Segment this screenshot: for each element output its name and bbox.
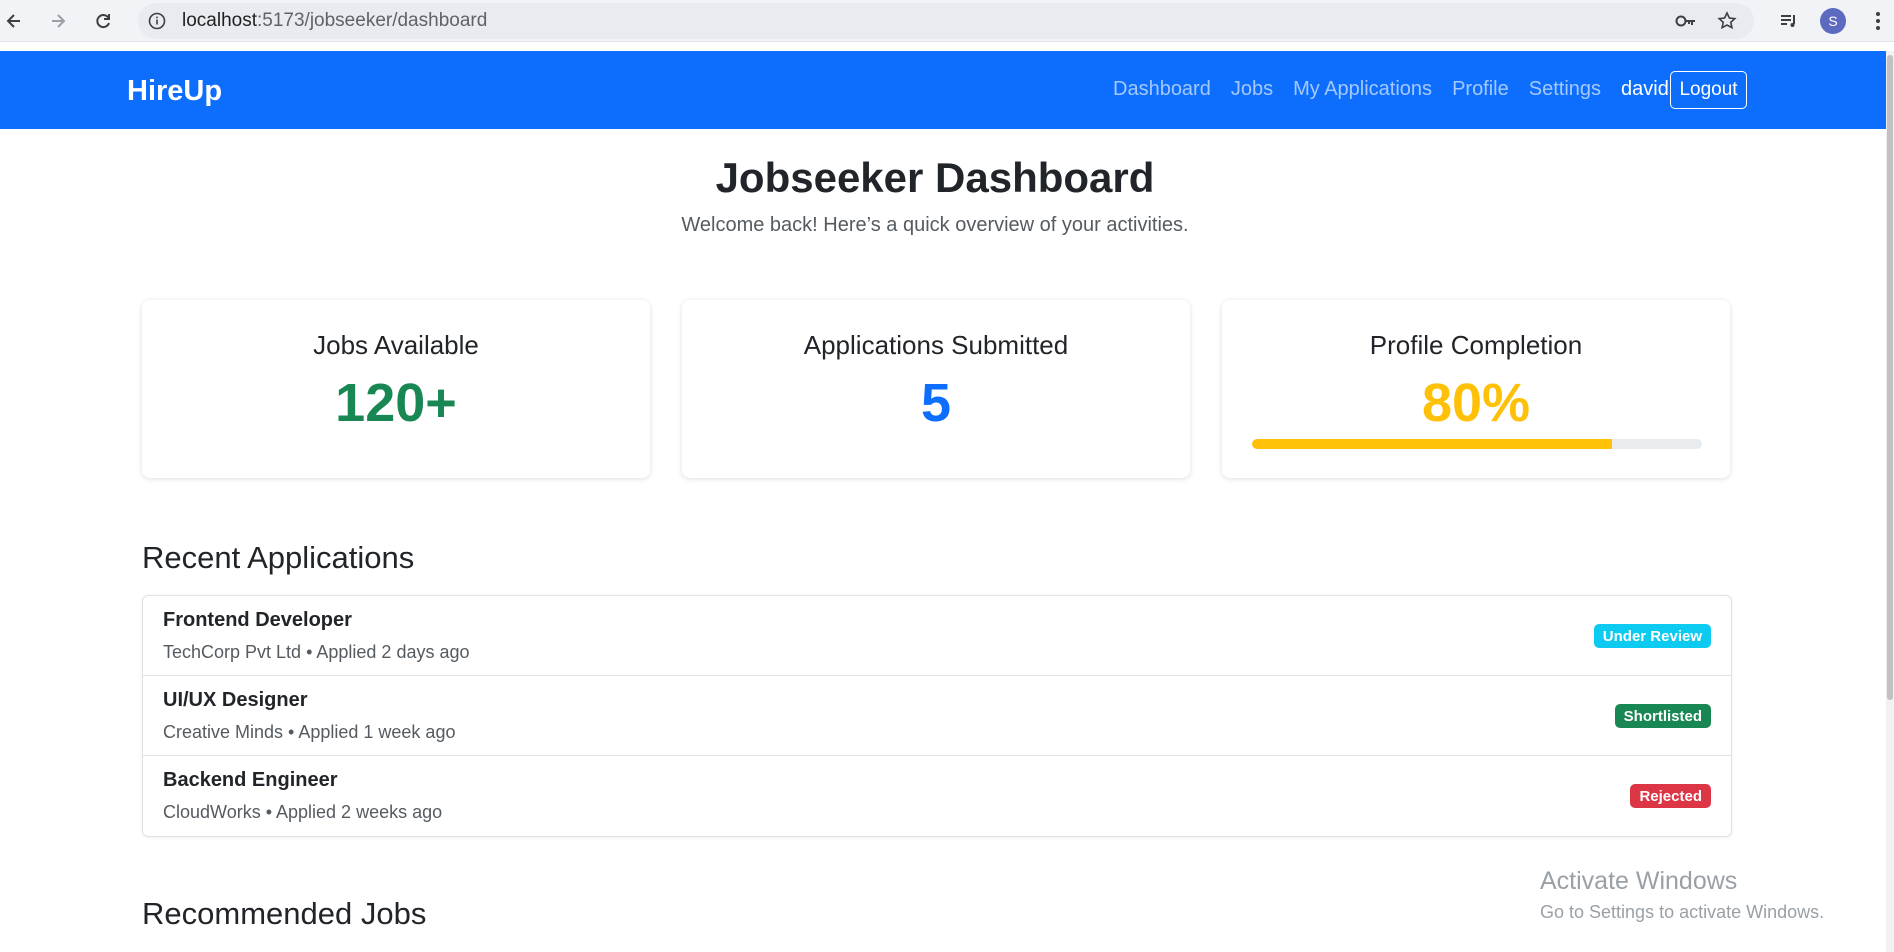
key-icon[interactable] bbox=[1674, 9, 1698, 33]
browser-toolbar: localhost:5173/jobseeker/dashboard S bbox=[0, 0, 1894, 42]
list-item[interactable]: Frontend Developer TechCorp Pvt Ltd • Ap… bbox=[143, 596, 1731, 676]
brand-logo[interactable]: HireUp bbox=[127, 75, 222, 108]
info-icon[interactable] bbox=[145, 9, 169, 33]
application-meta: Creative Minds • Applied 1 week ago bbox=[163, 722, 456, 742]
stat-card-profile-completion: Profile Completion 80% bbox=[1222, 300, 1730, 478]
application-title: Frontend Developer bbox=[163, 609, 352, 631]
reload-icon[interactable] bbox=[91, 9, 115, 33]
page-title: Jobseeker Dashboard bbox=[715, 154, 1155, 201]
stat-label: Jobs Available bbox=[313, 330, 479, 360]
application-title: Backend Engineer bbox=[163, 769, 338, 791]
nav-link-dashboard[interactable]: Dashboard bbox=[1113, 78, 1211, 101]
nav-link-profile[interactable]: Profile bbox=[1452, 78, 1509, 101]
logout-button[interactable]: Logout bbox=[1670, 71, 1747, 109]
stat-label: Profile Completion bbox=[1369, 330, 1583, 360]
profile-avatar[interactable]: S bbox=[1820, 8, 1846, 34]
stat-card-applications-submitted: Applications Submitted 5 bbox=[682, 300, 1190, 478]
status-badge: Under Review bbox=[1593, 624, 1711, 648]
nav-link-jobs[interactable]: Jobs bbox=[1231, 78, 1273, 101]
kebab-menu-icon[interactable] bbox=[1866, 9, 1890, 33]
profile-progress-bar bbox=[1252, 439, 1702, 449]
recent-applications-list: Frontend Developer TechCorp Pvt Ltd • Ap… bbox=[142, 595, 1732, 837]
nav-link-my-applications[interactable]: My Applications bbox=[1293, 78, 1432, 101]
application-title: UI/UX Designer bbox=[163, 689, 308, 711]
back-icon[interactable] bbox=[2, 9, 26, 33]
url-text[interactable]: localhost:5173/jobseeker/dashboard bbox=[182, 10, 487, 32]
profile-progress-fill bbox=[1252, 439, 1612, 449]
recent-applications-title: Recent Applications bbox=[142, 540, 415, 575]
list-item[interactable]: Backend Engineer CloudWorks • Applied 2 … bbox=[143, 756, 1731, 836]
app-navbar: HireUp Dashboard Jobs My Applications Pr… bbox=[0, 51, 1886, 129]
nav-username: david bbox=[1621, 78, 1669, 100]
list-item[interactable]: UI/UX Designer Creative Minds • Applied … bbox=[143, 676, 1731, 756]
stat-value: 120+ bbox=[335, 373, 457, 433]
url-path: :5173/jobseeker/dashboard bbox=[257, 10, 488, 31]
application-meta: CloudWorks • Applied 2 weeks ago bbox=[163, 802, 443, 822]
forward-icon[interactable] bbox=[46, 9, 70, 33]
stat-label: Applications Submitted bbox=[803, 330, 1069, 360]
stat-value: 80% bbox=[1421, 373, 1531, 433]
page-subtitle: Welcome back! Here’s a quick overview of… bbox=[681, 214, 1189, 236]
recommended-jobs-title: Recommended Jobs bbox=[142, 896, 427, 931]
status-badge: Shortlisted bbox=[1614, 704, 1711, 728]
star-icon[interactable] bbox=[1715, 9, 1739, 33]
nav-link-settings[interactable]: Settings bbox=[1529, 78, 1601, 101]
nav-links: Dashboard Jobs My Applications Profile S… bbox=[1113, 78, 1685, 101]
stat-card-jobs-available: Jobs Available 120+ bbox=[142, 300, 650, 478]
scrollbar-thumb[interactable] bbox=[1887, 55, 1893, 700]
activate-windows-hint: Go to Settings to activate Windows. bbox=[1540, 902, 1825, 922]
stat-value: 5 bbox=[920, 373, 952, 433]
media-icon[interactable] bbox=[1777, 9, 1801, 33]
url-host: localhost bbox=[182, 10, 257, 31]
status-badge: Rejected bbox=[1630, 784, 1711, 808]
activate-windows-watermark: Activate Windows bbox=[1540, 867, 1738, 895]
application-meta: TechCorp Pvt Ltd • Applied 2 days ago bbox=[163, 642, 470, 662]
page-scrollbar[interactable] bbox=[1886, 51, 1894, 952]
